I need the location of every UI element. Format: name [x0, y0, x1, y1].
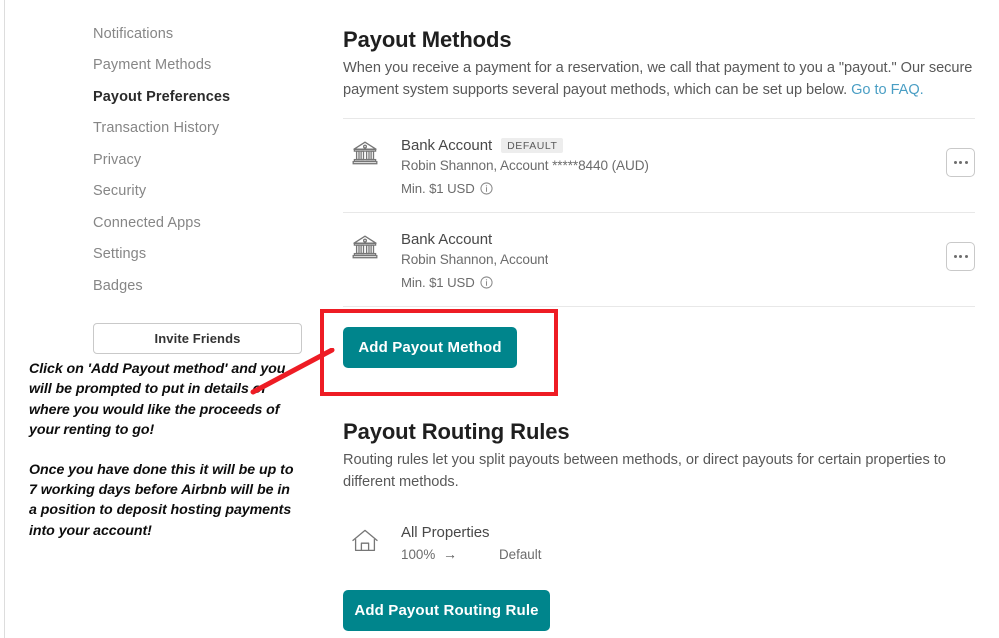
dot [954, 255, 957, 258]
left-edge-rule [4, 0, 5, 638]
sidebar-item-transaction-history[interactable]: Transaction History [93, 113, 323, 145]
payout-routing-rules-section: Payout Routing Rules Routing rules let y… [343, 418, 975, 562]
routing-rules-title: Payout Routing Rules [343, 418, 975, 445]
dot [959, 255, 962, 258]
payout-methods-section: Payout Methods When you receive a paymen… [343, 26, 975, 307]
divider [343, 306, 975, 307]
payout-method-title-line: Bank Account DEFAULT [401, 136, 975, 155]
sidebar-item-payment-methods[interactable]: Payment Methods [93, 50, 323, 82]
sidebar-item-payout-preferences[interactable]: Payout Preferences [93, 81, 323, 113]
sidebar-item-badges[interactable]: Badges [93, 270, 323, 302]
dot [954, 161, 957, 164]
routing-rule-percent: 100% [401, 547, 443, 562]
routing-rule-details: All Properties 100% → Default [387, 524, 541, 562]
payout-method-title-line: Bank Account [401, 230, 975, 249]
payout-method-title: Bank Account [401, 137, 492, 154]
minimum-amount-label: Min. $1 USD [401, 181, 475, 196]
home-icon [343, 524, 387, 556]
add-payout-method-button[interactable]: Add Payout Method [343, 327, 517, 368]
routing-rule-row[interactable]: All Properties 100% → Default [343, 524, 975, 562]
sidebar-item-security[interactable]: Security [93, 176, 323, 208]
annotation-paragraph-1: Click on 'Add Payout method' and you wil… [29, 359, 299, 441]
dot [965, 255, 968, 258]
dot [959, 161, 962, 164]
payout-method-account: Robin Shannon, Account *****8440 (AUD) [401, 158, 975, 173]
payout-method-row[interactable]: Bank Account Robin Shannon, Account ****… [343, 213, 975, 306]
payout-method-minimum: Min. $1 USD [401, 275, 975, 290]
add-payout-routing-rule-button[interactable]: Add Payout Routing Rule [343, 590, 550, 631]
routing-rule-destination: Default [499, 547, 541, 562]
payout-method-options-button[interactable] [946, 242, 975, 271]
go-to-faq-link[interactable]: Go to FAQ. [851, 82, 924, 98]
payout-method-account: Robin Shannon, Account *****0000 (AUD) [401, 252, 975, 267]
payout-method-details: Bank Account Robin Shannon, Account ****… [387, 230, 975, 290]
routing-rules-description: Routing rules let you split payouts betw… [343, 450, 975, 493]
annotation-paragraph-2: Once you have done this it will be up to… [29, 460, 299, 542]
bank-icon [343, 136, 387, 167]
sidebar-item-settings[interactable]: Settings [93, 239, 323, 271]
settings-sidebar: Notifications Payment Methods Payout Pre… [93, 18, 323, 354]
arrow-right-icon: → [443, 546, 499, 562]
payout-method-row[interactable]: Bank Account DEFAULT Robin Shannon, Acco… [343, 119, 975, 212]
info-icon[interactable] [480, 276, 493, 289]
sidebar-item-notifications[interactable]: Notifications [93, 18, 323, 50]
redaction-overlay [548, 249, 649, 270]
tutorial-annotation-text: Click on 'Add Payout method' and you wil… [29, 359, 299, 541]
page-root: Notifications Payment Methods Payout Pre… [0, 0, 999, 638]
sidebar-item-privacy[interactable]: Privacy [93, 144, 323, 176]
minimum-amount-label: Min. $1 USD [401, 275, 475, 290]
dot [965, 161, 968, 164]
payout-method-title: Bank Account [401, 231, 492, 248]
invite-friends-button[interactable]: Invite Friends [93, 323, 302, 354]
routing-rule-title: All Properties [401, 524, 541, 541]
payout-method-minimum: Min. $1 USD [401, 181, 975, 196]
bank-icon [343, 230, 387, 261]
payout-method-details: Bank Account DEFAULT Robin Shannon, Acco… [387, 136, 975, 196]
status-badge: DEFAULT [501, 138, 563, 154]
page-title: Payout Methods [343, 26, 975, 53]
payout-methods-description: When you receive a payment for a reserva… [343, 58, 975, 101]
payout-method-options-button[interactable] [946, 148, 975, 177]
info-icon[interactable] [480, 182, 493, 195]
routing-rule-detail: 100% → Default [401, 546, 541, 562]
sidebar-item-connected-apps[interactable]: Connected Apps [93, 207, 323, 239]
